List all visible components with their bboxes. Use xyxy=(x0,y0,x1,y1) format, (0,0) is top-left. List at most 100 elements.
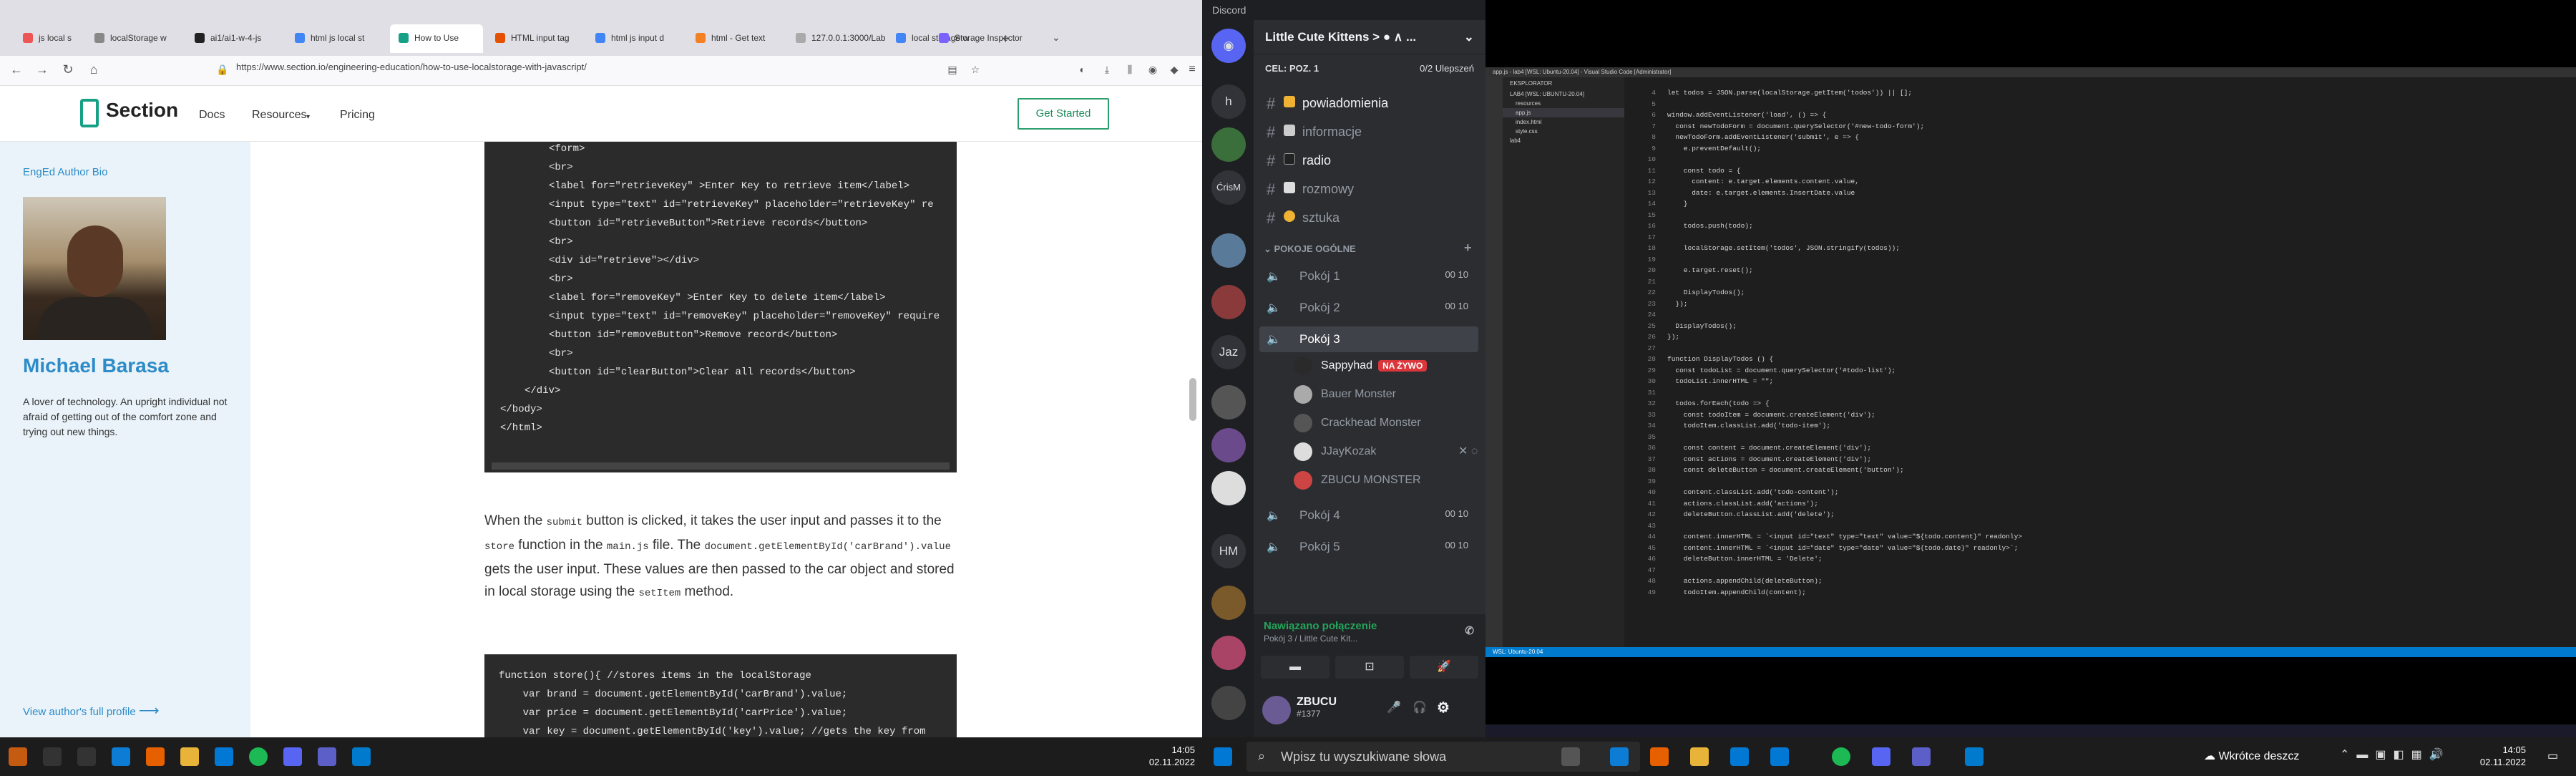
browser-tab[interactable]: html - Get text xyxy=(687,24,787,53)
microphone-icon[interactable]: 🎤 xyxy=(1387,700,1401,714)
system-tray[interactable]: ⌃▬▣◧▦🔊 xyxy=(2340,747,2451,762)
file-explorer-icon[interactable] xyxy=(1690,747,1709,766)
nav-resources[interactable]: Resources xyxy=(252,109,306,122)
server-icon[interactable] xyxy=(1211,285,1246,319)
file-tree-item[interactable]: style.css xyxy=(1503,127,1624,136)
server-icon[interactable] xyxy=(1211,233,1246,268)
browser-tab[interactable]: 127.0.0.1:3000/Lab xyxy=(787,24,887,53)
voice-channel-active[interactable]: 🔈 Pokój 3 xyxy=(1259,326,1478,352)
server-crism[interactable]: ĆrisM xyxy=(1211,170,1246,205)
voice-channel[interactable]: 🔈 Pokój 4 00 10 xyxy=(1259,503,1478,528)
server-icon[interactable] xyxy=(1211,586,1246,620)
windows-start-icon[interactable] xyxy=(1214,747,1232,766)
voice-member[interactable]: JJayKozak ✕ ◌ xyxy=(1294,441,1478,464)
reload-icon[interactable]: ↻ xyxy=(60,62,76,77)
voice-member[interactable]: ZBUCU MONSTER xyxy=(1294,470,1421,493)
vscode-icon[interactable] xyxy=(352,747,371,766)
channel-radio[interactable]: # radio xyxy=(1259,147,1478,175)
library-icon[interactable]: ⫼ xyxy=(1122,62,1138,77)
notification-icon[interactable]: ▭ xyxy=(2547,749,2558,763)
voice-member[interactable]: Crackhead Monster xyxy=(1294,412,1421,435)
code-editor[interactable]: 4 let todos = JSON.parse(localStorage.get… xyxy=(1624,84,2576,647)
edge-icon[interactable] xyxy=(1610,747,1629,766)
file-tree-item[interactable]: lab4 xyxy=(1503,136,1624,145)
server-icon[interactable] xyxy=(1211,385,1246,419)
headphones-icon[interactable]: 🎧 xyxy=(1413,700,1427,714)
url-input[interactable]: https://www.section.io/engineering-educa… xyxy=(236,62,587,72)
tab-list-icon[interactable]: ⌄ xyxy=(1052,31,1060,44)
browser-tab[interactable]: js local storage xyxy=(14,24,72,53)
author-name[interactable]: Michael Barasa xyxy=(23,354,169,377)
server-name-header[interactable]: Little Cute Kittens > ● ∧ ... ⌄ xyxy=(1254,20,1485,54)
task-view-icon[interactable] xyxy=(77,747,96,766)
server-icon[interactable] xyxy=(1211,686,1246,720)
browser-tab[interactable]: html js input d xyxy=(587,24,687,53)
back-icon[interactable]: ← xyxy=(9,62,24,77)
forward-icon[interactable]: → xyxy=(34,62,50,77)
server-goal[interactable]: CEL: POZ. 1 0/2 Ulepszeń xyxy=(1254,54,1485,83)
channel-informacje[interactable]: # informacje xyxy=(1259,119,1478,146)
lock-icon[interactable]: 🔒 xyxy=(215,62,230,77)
bookmark-star-icon[interactable]: ☆ xyxy=(967,62,983,77)
account-icon[interactable]: ◉ xyxy=(1145,62,1161,77)
voice-channel[interactable]: 🔈 Pokój 2 00 10 xyxy=(1259,295,1478,321)
activity-button[interactable]: 🚀 xyxy=(1410,656,1478,679)
connected-channel[interactable]: Pokój 3 / Little Cute Kit... xyxy=(1264,634,1475,644)
user-avatar[interactable] xyxy=(1262,696,1291,724)
extension-icon[interactable]: ◆ xyxy=(1166,62,1182,77)
camera-button[interactable]: ▬ xyxy=(1261,656,1330,679)
edge-icon[interactable] xyxy=(112,747,130,766)
clock-left[interactable]: 14:05 02.11.2022 xyxy=(1145,744,1195,768)
mail-icon[interactable] xyxy=(1770,747,1789,766)
reader-view-icon[interactable]: ▤ xyxy=(945,62,960,77)
channel-sztuka[interactable]: # sztuka xyxy=(1259,205,1478,232)
disconnect-icon[interactable]: ✆ xyxy=(1465,624,1474,637)
code-scrollbar[interactable] xyxy=(492,462,950,470)
get-started-button[interactable]: Get Started xyxy=(1018,98,1109,130)
clock[interactable]: 14:05 02.11.2022 xyxy=(2462,744,2526,768)
spotify-icon[interactable] xyxy=(1832,747,1850,766)
taskbar-search-input[interactable]: ⌕ Wpisz tu wyszukiwane słowa xyxy=(1246,742,1640,772)
voice-member[interactable]: Bauer Monster xyxy=(1294,384,1396,407)
browser-tab-active[interactable]: How to Use xyxy=(390,24,483,53)
browser-tab[interactable]: ai1/ai1-w-4-js xyxy=(186,24,286,53)
site-logo[interactable]: Section xyxy=(106,99,178,122)
weather-widget[interactable]: ☁ Wkrótce deszcz xyxy=(2204,749,2299,763)
file-tree-item[interactable]: LAB4 [WSL: UBUNTU-20.04] xyxy=(1503,89,1624,99)
server-h[interactable]: h xyxy=(1211,84,1246,119)
discord-home-icon[interactable]: ◉ xyxy=(1211,29,1246,63)
firefox-icon[interactable] xyxy=(1650,747,1669,766)
voice-member[interactable]: Sappyhad NA ŻYWO xyxy=(1294,355,1428,378)
store-icon[interactable] xyxy=(215,747,233,766)
server-hm[interactable]: HM xyxy=(1211,534,1246,568)
channel-powiadomienia[interactable]: # powiadomienia xyxy=(1259,90,1478,117)
new-tab-icon[interactable]: + xyxy=(1002,31,1010,47)
settings-gear-icon[interactable]: ⚙ xyxy=(1437,699,1450,717)
file-tree-item[interactable]: resources xyxy=(1503,99,1624,108)
search-icon[interactable] xyxy=(43,747,62,766)
browser-tab[interactable]: localStorage w xyxy=(86,24,186,53)
teams-icon[interactable] xyxy=(318,747,336,766)
channel-rozmowy[interactable]: # rozmowy xyxy=(1259,176,1478,203)
firefox-taskbar-icon[interactable] xyxy=(146,747,165,766)
section-logo-icon[interactable] xyxy=(80,99,99,127)
category-pokoje[interactable]: ⌄ POKOJE OGÓLNE + xyxy=(1264,241,1472,255)
firefox-icon[interactable] xyxy=(9,747,27,766)
page-scrollbar-thumb[interactable] xyxy=(1189,378,1196,421)
discord-icon[interactable] xyxy=(283,747,302,766)
voice-channel[interactable]: 🔈 Pokój 1 00 10 xyxy=(1259,263,1478,289)
store-icon[interactable] xyxy=(1730,747,1749,766)
nav-pricing[interactable]: Pricing xyxy=(340,109,375,122)
server-icon[interactable] xyxy=(1211,636,1246,670)
vscode-icon[interactable] xyxy=(1965,747,1984,766)
voice-channel[interactable]: 🔈 Pokój 5 00 10 xyxy=(1259,534,1478,560)
spotify-icon[interactable] xyxy=(249,747,268,766)
home-icon[interactable]: ⌂ xyxy=(86,62,102,77)
view-profile-link[interactable]: View author's full profile ⟶ xyxy=(23,702,160,719)
server-icon[interactable] xyxy=(1211,127,1246,162)
pocket-icon[interactable]: ◖ xyxy=(1073,62,1089,77)
file-tree-item[interactable]: index.html xyxy=(1503,117,1624,127)
browser-tab[interactable]: html js local st xyxy=(286,24,386,53)
menu-icon[interactable]: ≡ xyxy=(1184,62,1200,77)
browser-tab[interactable]: Storage Inspector xyxy=(930,24,1045,53)
